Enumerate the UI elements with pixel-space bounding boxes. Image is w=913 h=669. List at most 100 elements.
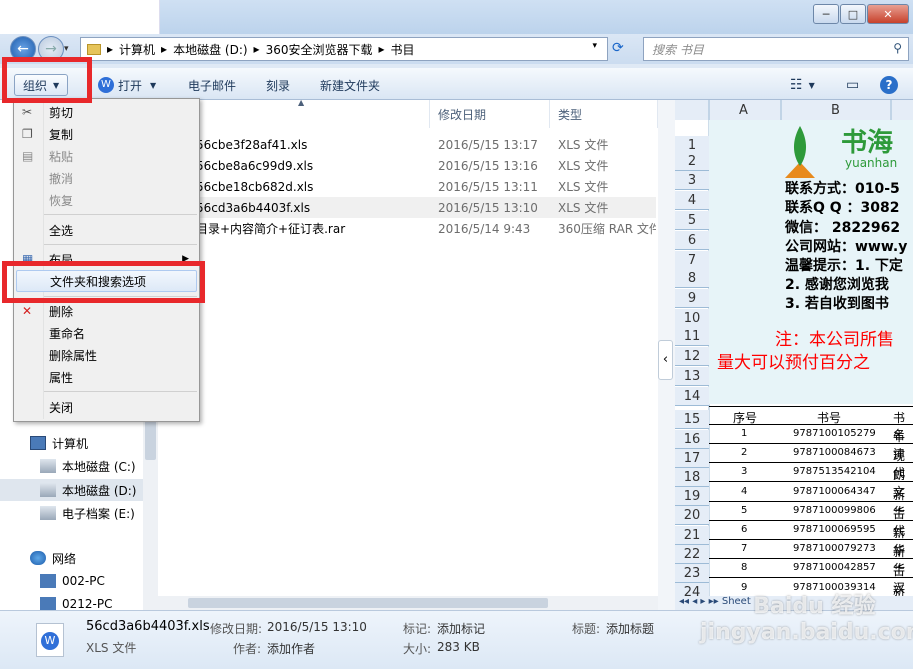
table-row: 4 9787100064347 新华	[709, 483, 913, 519]
cell-isbn: 9787100064347	[793, 485, 876, 497]
title-field[interactable]: 添加标题	[606, 620, 654, 637]
highlight-organize	[2, 57, 92, 103]
menu-item-paste[interactable]: ▤ 粘贴	[16, 145, 197, 167]
close-button[interactable]: ✕	[867, 4, 909, 24]
nav-drive-e[interactable]: 电子档案 (E:)	[0, 502, 158, 524]
column-date[interactable]: 修改日期	[432, 100, 550, 128]
row-number: 18	[675, 468, 709, 487]
file-row-selected[interactable]: 56cd3a6b4403f.xls 2016/5/15 13:10 XLS 文件	[158, 197, 656, 218]
cell-no: 4	[741, 485, 748, 497]
file-row[interactable]: 目录+内容简介+征订表.rar 2016/5/14 9:43 360压缩 RAR 文…	[158, 218, 656, 239]
computer-icon	[40, 597, 56, 611]
email-button[interactable]: 电子邮件	[180, 74, 244, 96]
menu-item-remove-properties[interactable]: 删除属性	[16, 344, 197, 366]
breadcrumb-downloads[interactable]: 360安全浏览器下载	[266, 41, 373, 58]
row-number: 19	[675, 487, 709, 506]
file-type: 360压缩 RAR 文件	[558, 222, 656, 236]
nav-network[interactable]: 网络	[0, 547, 158, 569]
scissors-icon: ✂	[22, 105, 33, 119]
file-date: 2016/5/15 13:10	[438, 200, 538, 215]
menu-item-properties[interactable]: 属性	[16, 366, 197, 388]
row-number: 9	[675, 289, 709, 308]
scrollbar-thumb[interactable]	[188, 598, 548, 608]
notice-line: 注：本公司所售	[775, 330, 894, 350]
column-type[interactable]: 类型	[552, 100, 658, 128]
file-row[interactable]: 56cbe8a6c99d9.xls 2016/5/15 13:16 XLS 文件	[158, 155, 656, 176]
wps-icon: W	[98, 77, 114, 93]
history-dropdown-icon[interactable]: ▾	[64, 44, 69, 54]
drive-icon	[40, 459, 56, 473]
breadcrumb-separator: ▸	[107, 42, 114, 56]
refresh-icon[interactable]: ⟳	[612, 40, 624, 56]
nav-computer[interactable]: 计算机	[0, 432, 158, 454]
nav-label: 002-PC	[62, 574, 105, 588]
file-name: 56cbe3f28af41.xls	[196, 137, 308, 152]
open-button[interactable]: W 打开 ▼	[90, 74, 164, 96]
nav-drive-c[interactable]: 本地磁盘 (C:)	[0, 455, 158, 477]
file-date: 2016/5/15 13:17	[438, 137, 538, 152]
preview-pane-icon[interactable]: ▭	[838, 74, 867, 96]
cell-isbn: 9787513542104	[793, 466, 876, 478]
contact-line: 联系Q Q ：3082	[785, 200, 900, 216]
col-header-a: A	[739, 103, 748, 118]
size-label: 大小:	[403, 642, 432, 656]
chevron-down-icon: ▼	[150, 80, 157, 90]
breadcrumb-booklist[interactable]: 书目	[391, 41, 415, 58]
minimize-icon: ─	[822, 7, 830, 21]
column-date-label: 修改日期	[438, 107, 487, 122]
menu-item-cut[interactable]: ✂ 剪切	[16, 101, 197, 123]
details-filetype: XLS 文件	[86, 641, 137, 655]
file-row[interactable]: 56cbe18cb682d.xls 2016/5/15 13:11 XLS 文件	[158, 176, 656, 197]
row-number: 20	[675, 506, 709, 525]
highlight-folder-options	[2, 261, 205, 303]
file-type: XLS 文件	[558, 180, 609, 194]
search-icon: ⚲	[893, 41, 902, 55]
book-logo-icon	[783, 122, 817, 178]
nav-label: 网络	[52, 551, 77, 566]
cell-no: 8	[741, 562, 748, 574]
horizontal-scrollbar[interactable]	[158, 596, 658, 610]
title-blank	[0, 0, 160, 34]
view-options-icon[interactable]: ☷ ▼	[782, 74, 823, 96]
modified-value: 2016/5/15 13:10	[267, 620, 367, 634]
menu-item-close[interactable]: 关闭	[16, 396, 197, 418]
preview-splitter[interactable]: ‹	[658, 100, 675, 610]
nav-drive-d[interactable]: 本地磁盘 (D:)	[0, 479, 158, 501]
file-name: 56cbe8a6c99d9.xls	[196, 158, 314, 173]
menu-item-undo[interactable]: 撤消	[16, 167, 197, 189]
menu-item-redo[interactable]: 恢复	[16, 189, 197, 211]
menu-label: 删除	[49, 304, 74, 319]
menu-item-rename[interactable]: 重命名	[16, 322, 197, 344]
collapse-preview-icon[interactable]: ‹	[658, 340, 673, 380]
breadcrumb-computer[interactable]: 计算机	[119, 41, 155, 58]
table-row: 1 9787100105279 牛津	[709, 425, 913, 461]
file-row[interactable]: 56cbe3f28af41.xls 2016/5/15 13:17 XLS 文件	[158, 134, 656, 155]
menu-item-delete[interactable]: ✕ 删除	[16, 300, 197, 322]
modified-label: 修改日期:	[210, 622, 263, 636]
burn-button[interactable]: 刻录	[258, 74, 298, 96]
maximize-button[interactable]: □	[840, 4, 866, 24]
contact-line: 公司网站：www.y	[785, 239, 908, 255]
address-bar[interactable]: ▸ 计算机 ▸ 本地磁盘 (D:) ▸ 360安全浏览器下载 ▸ 书目 ▾	[80, 37, 608, 61]
column-type-label: 类型	[558, 107, 583, 122]
help-icon[interactable]: ?	[880, 76, 898, 94]
file-name: 56cd3a6b4403f.xls	[196, 200, 311, 215]
tags-field[interactable]: 添加标记	[437, 620, 485, 637]
breadcrumb-drive-d[interactable]: 本地磁盘 (D:)	[173, 41, 247, 58]
author-field[interactable]: 添加作者	[267, 640, 315, 657]
address-dropdown-icon[interactable]: ▾	[592, 41, 597, 51]
computer-icon	[30, 436, 46, 450]
new-folder-button[interactable]: 新建文件夹	[312, 74, 388, 96]
menu-label: 关闭	[49, 400, 74, 415]
menu-item-copy[interactable]: ❐ 复制	[16, 123, 197, 145]
drive-icon	[40, 506, 56, 520]
search-input[interactable]: 搜索 书目 ⚲	[643, 37, 909, 61]
back-arrow-icon: ←	[17, 41, 29, 57]
nav-pc-002[interactable]: 002-PC	[0, 570, 158, 592]
menu-label: 全选	[49, 223, 74, 238]
minimize-button[interactable]: ─	[813, 4, 839, 24]
table-header-row: 序号 书号 书名	[709, 406, 913, 442]
row-number: 2	[675, 152, 709, 171]
scrollbar-thumb[interactable]	[145, 420, 156, 460]
menu-item-select-all[interactable]: 全选	[16, 219, 197, 241]
